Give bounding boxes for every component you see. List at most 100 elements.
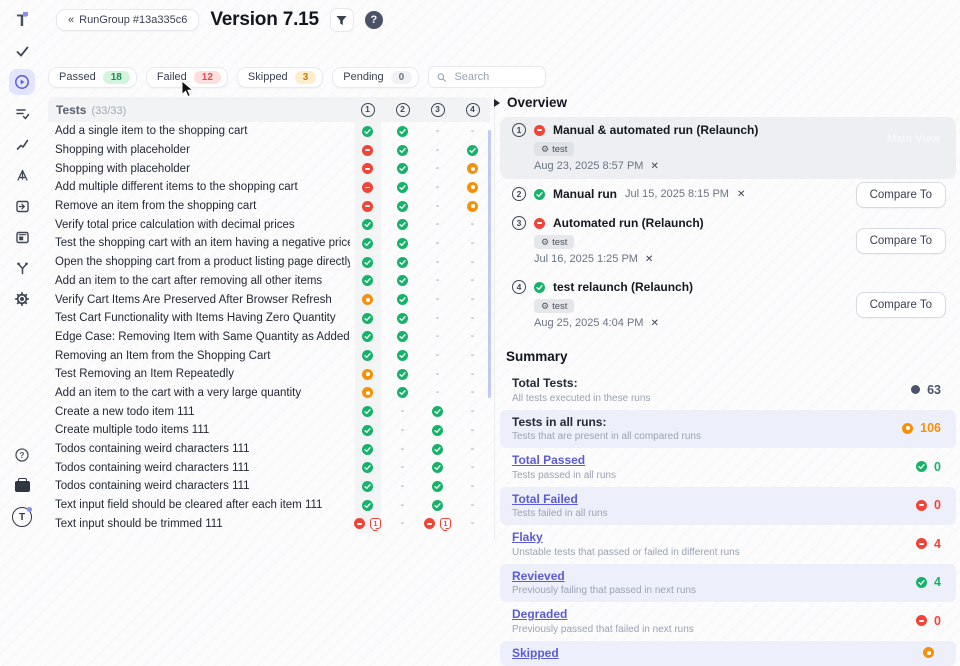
right-panel-scrollbar[interactable] bbox=[488, 130, 491, 398]
test-row[interactable]: Verify Cart Items Are Preserved After Br… bbox=[48, 290, 490, 309]
status-cell[interactable] bbox=[385, 122, 420, 141]
status-cell[interactable]: - bbox=[455, 253, 490, 272]
status-cell[interactable] bbox=[385, 346, 420, 365]
status-cell[interactable]: - bbox=[420, 309, 455, 328]
status-cell[interactable] bbox=[350, 272, 385, 291]
comment-badge-icon[interactable]: 1 bbox=[440, 518, 451, 529]
sidebar-item-runs[interactable] bbox=[9, 69, 35, 95]
run-item[interactable]: 2Manual runJul 15, 2025 8:15 PM✕Compare … bbox=[500, 181, 956, 208]
remove-run-icon[interactable]: ✕ bbox=[645, 254, 653, 265]
filter-chip-passed[interactable]: Passed18 bbox=[48, 67, 137, 88]
status-cell[interactable]: - bbox=[455, 290, 490, 309]
status-cell[interactable] bbox=[350, 346, 385, 365]
status-cell[interactable]: - bbox=[455, 496, 490, 515]
status-cell[interactable]: - bbox=[420, 234, 455, 253]
run-item[interactable]: 4test relaunch (Relaunch)⚙testAug 25, 20… bbox=[500, 274, 956, 336]
summary-link[interactable]: Revieved bbox=[512, 569, 696, 583]
status-cell[interactable]: - bbox=[420, 384, 455, 403]
status-cell[interactable] bbox=[350, 477, 385, 496]
test-row[interactable]: Shopping with placeholder- bbox=[48, 159, 490, 178]
status-cell[interactable] bbox=[350, 234, 385, 253]
collapse-arrow-icon[interactable] bbox=[494, 99, 500, 107]
test-row[interactable]: Text input should be trimmed 1111-1- bbox=[48, 514, 490, 533]
status-cell[interactable]: - bbox=[455, 309, 490, 328]
sidebar-item-automation[interactable] bbox=[9, 162, 35, 188]
status-cell[interactable] bbox=[455, 197, 490, 216]
status-cell[interactable] bbox=[350, 159, 385, 178]
status-cell[interactable] bbox=[420, 402, 455, 421]
test-row[interactable]: Todos containing weird characters 111-- bbox=[48, 477, 490, 496]
status-cell[interactable]: - bbox=[420, 215, 455, 234]
status-cell[interactable] bbox=[455, 159, 490, 178]
app-logo[interactable]: T bbox=[9, 7, 35, 33]
status-cell[interactable] bbox=[350, 309, 385, 328]
status-cell[interactable]: - bbox=[420, 290, 455, 309]
run-tag-chip[interactable]: ⚙test bbox=[534, 142, 574, 156]
run-column-header[interactable]: 3 bbox=[420, 103, 455, 117]
status-cell[interactable] bbox=[420, 421, 455, 440]
status-cell[interactable] bbox=[350, 421, 385, 440]
status-cell[interactable]: - bbox=[420, 328, 455, 347]
summary-link[interactable]: Skipped bbox=[512, 646, 559, 660]
status-cell[interactable]: - bbox=[385, 477, 420, 496]
status-cell[interactable]: - bbox=[420, 178, 455, 197]
status-cell[interactable] bbox=[385, 328, 420, 347]
status-cell[interactable]: - bbox=[455, 402, 490, 421]
status-cell[interactable] bbox=[350, 253, 385, 272]
status-cell[interactable] bbox=[385, 253, 420, 272]
compare-to-button[interactable]: Compare To bbox=[856, 292, 946, 318]
status-cell[interactable]: - bbox=[385, 440, 420, 459]
test-row[interactable]: Add a single item to the shopping cart-- bbox=[48, 122, 490, 141]
run-tag-chip[interactable]: ⚙test bbox=[534, 235, 574, 249]
status-cell[interactable]: - bbox=[455, 477, 490, 496]
test-row[interactable]: Shopping with placeholder- bbox=[48, 141, 490, 160]
sidebar-item-branches[interactable] bbox=[9, 255, 35, 281]
summary-link[interactable]: Flaky bbox=[512, 530, 740, 544]
test-row[interactable]: Test Cart Functionality with Items Havin… bbox=[48, 309, 490, 328]
status-cell[interactable]: - bbox=[385, 458, 420, 477]
comment-badge-icon[interactable]: 1 bbox=[370, 518, 381, 529]
status-cell[interactable] bbox=[350, 440, 385, 459]
status-cell[interactable]: - bbox=[420, 141, 455, 160]
sidebar-item-analytics[interactable] bbox=[9, 131, 35, 157]
run-item[interactable]: 3Automated run (Relaunch)⚙testJul 16, 20… bbox=[500, 210, 956, 272]
status-cell[interactable] bbox=[350, 197, 385, 216]
run-column-header[interactable]: 1 bbox=[350, 103, 385, 117]
status-cell[interactable] bbox=[350, 178, 385, 197]
status-cell[interactable]: - bbox=[455, 272, 490, 291]
test-row[interactable]: Todos containing weird characters 111-- bbox=[48, 440, 490, 459]
status-cell[interactable]: - bbox=[455, 384, 490, 403]
help-button[interactable]: ? bbox=[365, 11, 383, 29]
remove-run-icon[interactable]: ✕ bbox=[650, 161, 658, 172]
status-cell[interactable]: - bbox=[420, 346, 455, 365]
search-input[interactable] bbox=[452, 70, 537, 84]
test-row[interactable]: Add an item to the cart with a very larg… bbox=[48, 384, 490, 403]
status-cell[interactable]: 1 bbox=[420, 514, 455, 533]
sidebar-projects[interactable] bbox=[9, 473, 35, 499]
user-avatar[interactable]: T bbox=[9, 504, 35, 530]
filter-chip-pending[interactable]: Pending0 bbox=[332, 67, 419, 88]
status-cell[interactable] bbox=[385, 159, 420, 178]
summary-row[interactable]: DegradedPreviously passed that failed in… bbox=[500, 602, 956, 641]
summary-row[interactable]: FlakyUnstable tests that passed or faile… bbox=[500, 525, 956, 564]
status-cell[interactable] bbox=[350, 141, 385, 160]
test-row[interactable]: Open the shopping cart from a product li… bbox=[48, 253, 490, 272]
filter-button[interactable] bbox=[330, 8, 354, 32]
remove-run-icon[interactable]: ✕ bbox=[737, 189, 745, 200]
status-cell[interactable]: - bbox=[455, 440, 490, 459]
summary-row[interactable]: Skipped bbox=[500, 641, 956, 666]
status-cell[interactable] bbox=[455, 178, 490, 197]
status-cell[interactable]: - bbox=[455, 421, 490, 440]
status-cell[interactable]: - bbox=[420, 122, 455, 141]
status-cell[interactable] bbox=[385, 384, 420, 403]
status-cell[interactable] bbox=[350, 328, 385, 347]
status-cell[interactable]: - bbox=[420, 365, 455, 384]
compare-to-button[interactable]: Compare To bbox=[856, 228, 946, 254]
status-cell[interactable] bbox=[385, 141, 420, 160]
status-cell[interactable] bbox=[385, 215, 420, 234]
status-cell[interactable] bbox=[420, 477, 455, 496]
test-row[interactable]: Add an item to the cart after removing a… bbox=[48, 272, 490, 291]
status-cell[interactable] bbox=[350, 402, 385, 421]
status-cell[interactable]: - bbox=[385, 514, 420, 533]
status-cell[interactable] bbox=[385, 309, 420, 328]
